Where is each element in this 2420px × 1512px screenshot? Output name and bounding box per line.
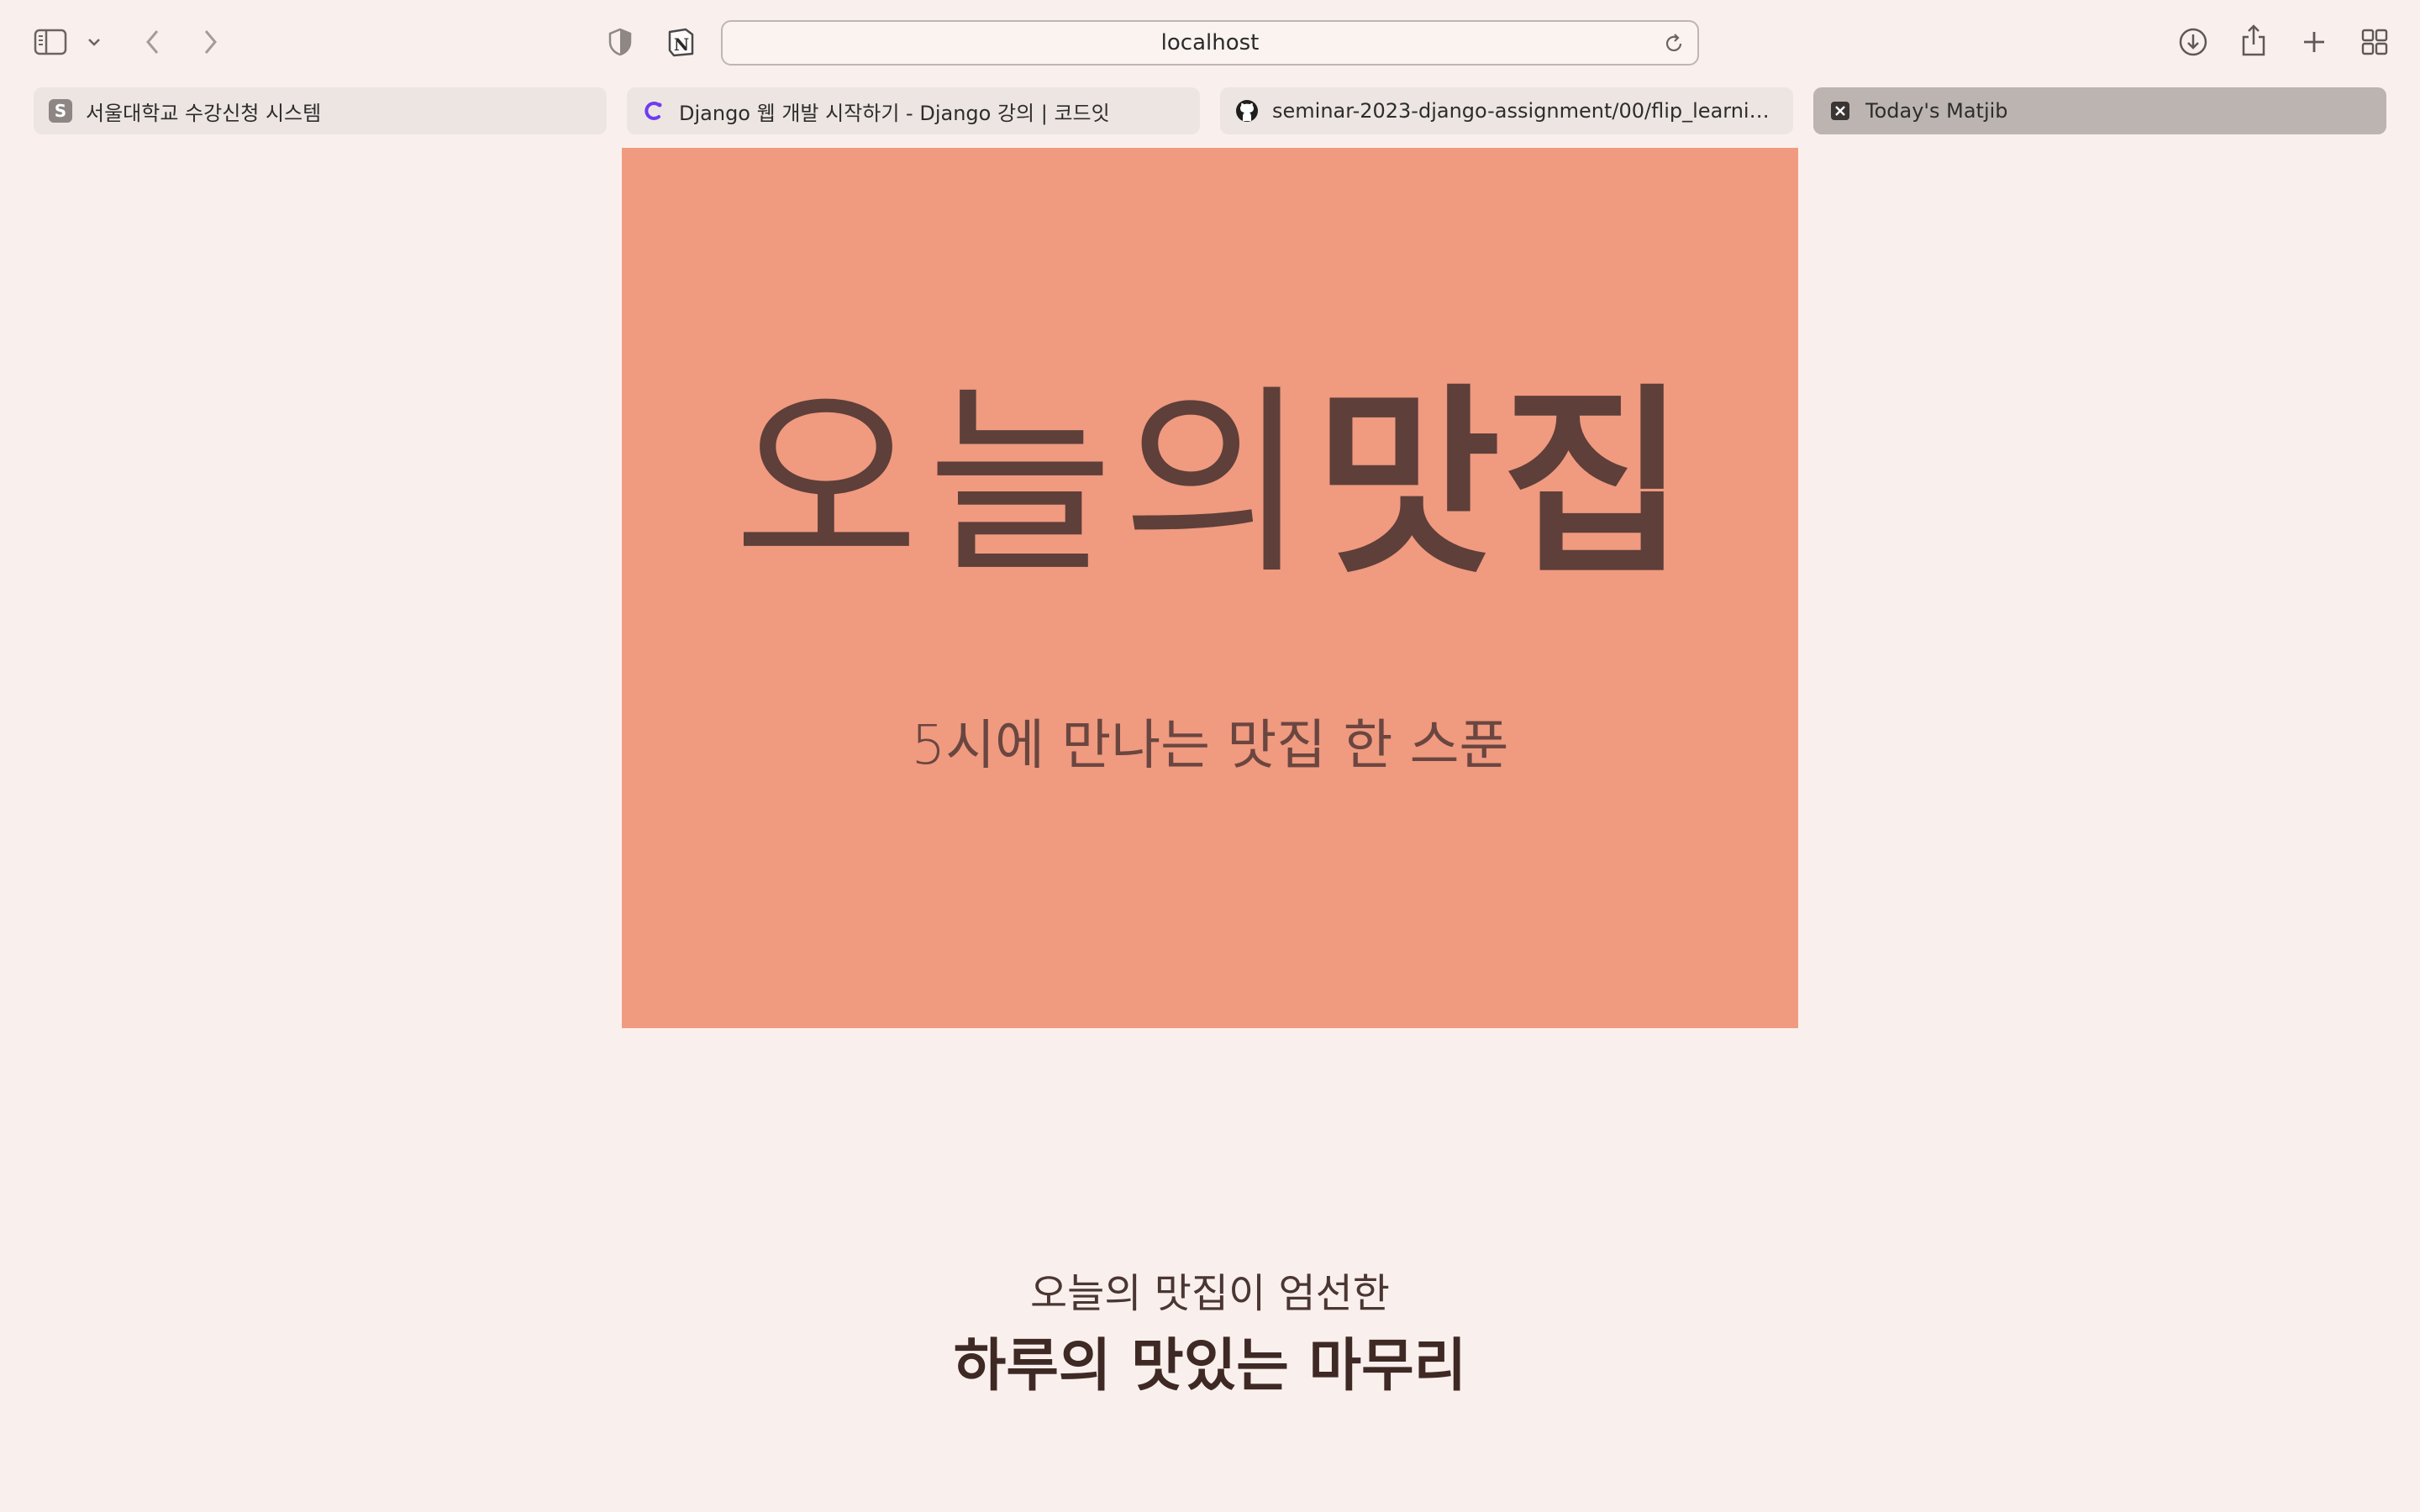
url-text: localhost (1160, 30, 1260, 55)
github-favicon-icon (1235, 99, 1259, 123)
notion-icon[interactable]: N (664, 25, 697, 59)
tab-title: seminar-2023-django-assignment/00/flip_l… (1272, 99, 1793, 123)
close-tab-icon[interactable] (1828, 99, 1852, 123)
chevron-down-icon[interactable] (84, 32, 104, 52)
tab-title: 서울대학교 수강신청 시스템 (86, 101, 322, 125)
tab-todays-matjib[interactable]: Today's Matjib (1813, 87, 2386, 134)
svg-text:N: N (674, 34, 689, 55)
chevron-right-icon[interactable] (195, 25, 225, 59)
plus-icon[interactable] (2297, 25, 2331, 59)
hero-banner: 오늘의맛집 5시에 만나는 맛집 한 스푼 (622, 148, 1798, 1028)
tab-github[interactable]: seminar-2023-django-assignment/00/flip_l… (1220, 87, 1793, 134)
section-kicker: 오늘의 맛집이 엄선한 (1030, 1270, 1390, 1317)
tab-title: Django 웹 개발 시작하기 - Django 강의 | 코드잇 (679, 101, 1110, 125)
codeit-favicon-icon (642, 99, 666, 123)
hero-title-bold: 맛집 (1315, 366, 1686, 601)
section-heading: 하루의 맛있는 마무리 (953, 1333, 1467, 1399)
tab-sugang[interactable]: S 서울대학교 수강신청 시스템 (34, 87, 607, 134)
reload-icon[interactable] (1662, 32, 1686, 55)
tab-bar: S 서울대학교 수강신청 시스템 Django 웹 개발 시작하기 - Djan… (0, 87, 2420, 134)
chevron-left-icon[interactable] (138, 25, 168, 59)
favicon-letter: S (54, 101, 67, 121)
share-icon[interactable] (2237, 22, 2270, 59)
browser-toolbar: N localhost (0, 0, 2420, 84)
tab-codeit[interactable]: Django 웹 개발 시작하기 - Django 강의 | 코드잇 (627, 87, 1200, 134)
hero-title: 오늘의맛집 (622, 383, 1798, 585)
snu-favicon-icon: S (49, 99, 72, 123)
hero-subtitle: 5시에 만나는 맛집 한 스푼 (911, 715, 1509, 777)
hero-title-light: 오늘의 (733, 366, 1316, 601)
shield-icon[interactable] (603, 25, 637, 59)
grid-icon[interactable] (2358, 25, 2391, 59)
download-icon[interactable] (2176, 25, 2210, 59)
sidebar-icon[interactable] (32, 25, 69, 59)
tab-title: Today's Matjib (1865, 99, 2008, 123)
address-bar[interactable]: localhost (721, 20, 1699, 66)
